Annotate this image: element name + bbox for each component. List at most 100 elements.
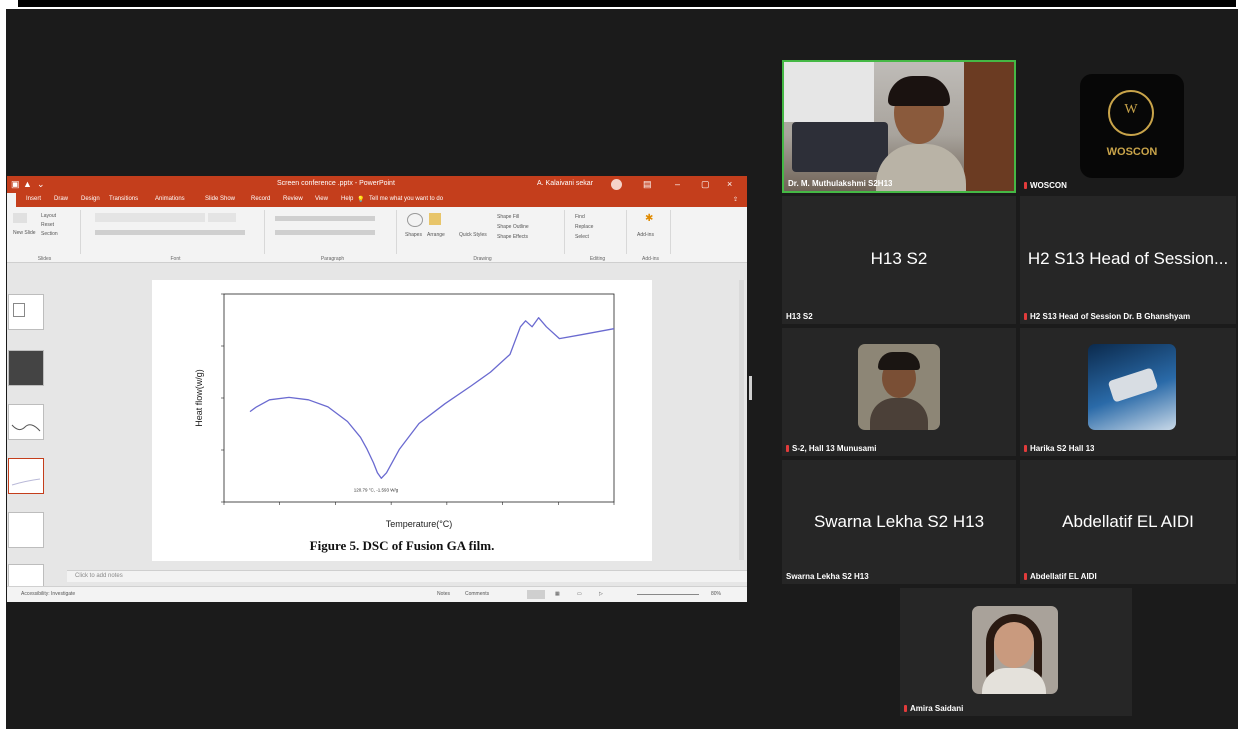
participant-name: H13 S2 [786,312,813,321]
participant-avatar [972,606,1058,694]
arrange-button[interactable]: Arrange [427,232,445,238]
notes-toggle[interactable]: Notes [437,591,450,597]
tab-review[interactable]: Review [283,196,303,202]
quick-styles-button[interactable]: Quick Styles [459,232,487,238]
replace-button[interactable]: Replace [575,224,593,230]
slide-thumbnail[interactable] [8,350,44,386]
participant-display-name: H13 S2 [870,249,928,268]
slide-canvas[interactable]: Temperature(°C) Heat flow(w/g) 120.79 °C, … [152,280,652,561]
find-button[interactable]: Find [575,214,585,220]
tab-draw[interactable]: Draw [54,196,68,202]
screen: ▣ ▲ ⌄ Screen conference .pptx - PowerPoi… [0,0,1241,731]
group-label-slides: Slides [37,256,52,262]
save-icon[interactable]: ▣ [11,179,20,189]
ribbon-group-editing: Find Replace Select Editing [569,210,627,262]
slide-thumbnail[interactable] [8,404,44,440]
logo-text: WOSCON [1106,146,1158,158]
user-avatar[interactable] [611,179,622,190]
reset-button[interactable]: Reset [41,222,54,228]
slideshow-icon[interactable]: ▷ [599,591,603,597]
participant-name: Swarna Lekha S2 H13 [786,572,869,581]
tab-insert[interactable]: Insert [26,196,41,202]
ribbon-display-icon[interactable]: ▤ [643,179,652,189]
slide-sorter-icon[interactable]: ▦ [555,591,560,597]
new-slide-button[interactable]: New Slide [13,230,36,236]
participant-display-name: Swarna Lekha S2 H13 [813,512,985,531]
participant-name: H2 S13 Head of Session Dr. B Ghanshyam [1024,312,1190,321]
reading-view-icon[interactable]: ▭ [577,591,582,597]
font-name-box[interactable] [95,213,205,222]
participant-tile[interactable]: Harika S2 Hall 13 [1020,328,1236,456]
shape-outline-button[interactable]: Shape Outline [497,224,529,230]
slide-thumbnail-selected[interactable] [8,458,44,494]
layout-button[interactable]: Layout [41,213,56,219]
peak-annotation: 120.79 °C, -1.593 W/g [354,487,399,492]
tab-design[interactable]: Design [81,196,100,202]
ribbon-group-slides: New Slide Layout Reset Section Slides [9,210,81,262]
minimize-icon[interactable]: – [675,179,680,189]
warning-icon: ▲ [23,179,32,189]
close-icon[interactable]: × [727,179,732,189]
group-label-drawing: Drawing [473,256,492,262]
powerpoint-window[interactable]: ▣ ▲ ⌄ Screen conference .pptx - PowerPoi… [7,176,747,602]
notes-pane[interactable]: Click to add notes [67,570,747,582]
accessibility-status[interactable]: Accessibility: Investigate [21,591,75,597]
participant-avatar [858,344,940,430]
participant-tile[interactable]: Swarna Lekha S2 H13 Swarna Lekha S2 H13 [782,460,1016,584]
zoom-level[interactable]: 80% [711,591,721,597]
participant-name: Dr. M. Muthulakshmi S2H13 [788,179,893,188]
share-icon[interactable]: ⇪ [733,196,738,203]
maximize-icon[interactable]: ▢ [701,179,710,189]
status-bar: Accessibility: Investigate Notes Comment… [7,586,747,602]
ribbon-tabs: Insert Draw Design Transitions Animation… [7,193,747,207]
mic-muted-icon [1024,573,1027,580]
participant-tile[interactable]: Abdellatif EL AIDI Abdellatif EL AIDI [1020,460,1236,584]
add-ins-button[interactable]: Add-ins [637,232,654,238]
mic-muted-icon [1024,313,1027,320]
tell-me-search[interactable]: Tell me what you want to do [369,196,443,202]
slide-thumbnail[interactable] [8,512,44,548]
zoom-slider[interactable] [637,594,699,595]
lightbulb-icon: 💡 [357,197,365,203]
tab-transitions[interactable]: Transitions [109,196,138,202]
participant-tile-active[interactable]: Dr. M. Muthulakshmi S2H13 [782,60,1016,193]
participant-tile[interactable]: W WOSCON WOSCON [1020,60,1236,193]
normal-view-button[interactable] [527,590,545,599]
tab-help[interactable]: Help [341,196,353,202]
quick-access-dropdown-icon[interactable]: ⌄ [37,179,45,189]
shapes-icon[interactable] [407,213,423,227]
figure-caption: Figure 5. DSC of Fusion GA film. [309,538,495,553]
font-size-box[interactable] [208,213,236,222]
notes-placeholder: Click to add notes [75,573,123,579]
participant-tile[interactable]: Amira Saidani [900,588,1132,716]
shape-effects-button[interactable]: Shape Effects [497,234,528,240]
tab-home[interactable] [7,193,16,207]
x-axis-label: Temperature(°C) [386,519,453,529]
shape-fill-button[interactable]: Shape Fill [497,214,519,220]
ribbon-group-drawing: Shapes Arrange Quick Styles Shape Fill S… [401,210,565,262]
shapes-button[interactable]: Shapes [405,232,422,238]
participant-name: Harika S2 Hall 13 [1024,444,1094,453]
tab-view[interactable]: View [315,196,328,202]
participant-tile[interactable]: S-2, Hall 13 Munusami [782,328,1016,456]
participant-tile[interactable]: H2 S13 Head of Session... H2 S13 Head of… [1020,196,1236,324]
tab-record[interactable]: Record [251,196,270,202]
laptop-icon [792,122,888,172]
tab-slide-show[interactable]: Slide Show [205,196,235,202]
slide-thumbnail-pane [7,266,67,600]
participant-tile[interactable]: H13 S2 H13 S2 [782,196,1016,324]
add-ins-icon[interactable]: ✱ [645,214,655,224]
series-line [249,317,615,479]
participant-avatar [1088,344,1176,430]
vertical-scrollbar[interactable] [739,280,744,560]
slide-thumbnail[interactable] [8,294,44,330]
section-button[interactable]: Section [41,231,58,237]
tab-animations[interactable]: Animations [155,196,185,202]
arrange-icon[interactable] [429,213,441,225]
split-handle[interactable] [749,376,752,400]
y-axis-label: Heat flow(w/g) [194,369,204,427]
comments-toggle[interactable]: Comments [465,591,489,597]
ppt-title-bar: ▣ ▲ ⌄ Screen conference .pptx - PowerPoi… [7,176,747,193]
mic-muted-icon [1024,182,1027,189]
select-button[interactable]: Select [575,234,589,240]
